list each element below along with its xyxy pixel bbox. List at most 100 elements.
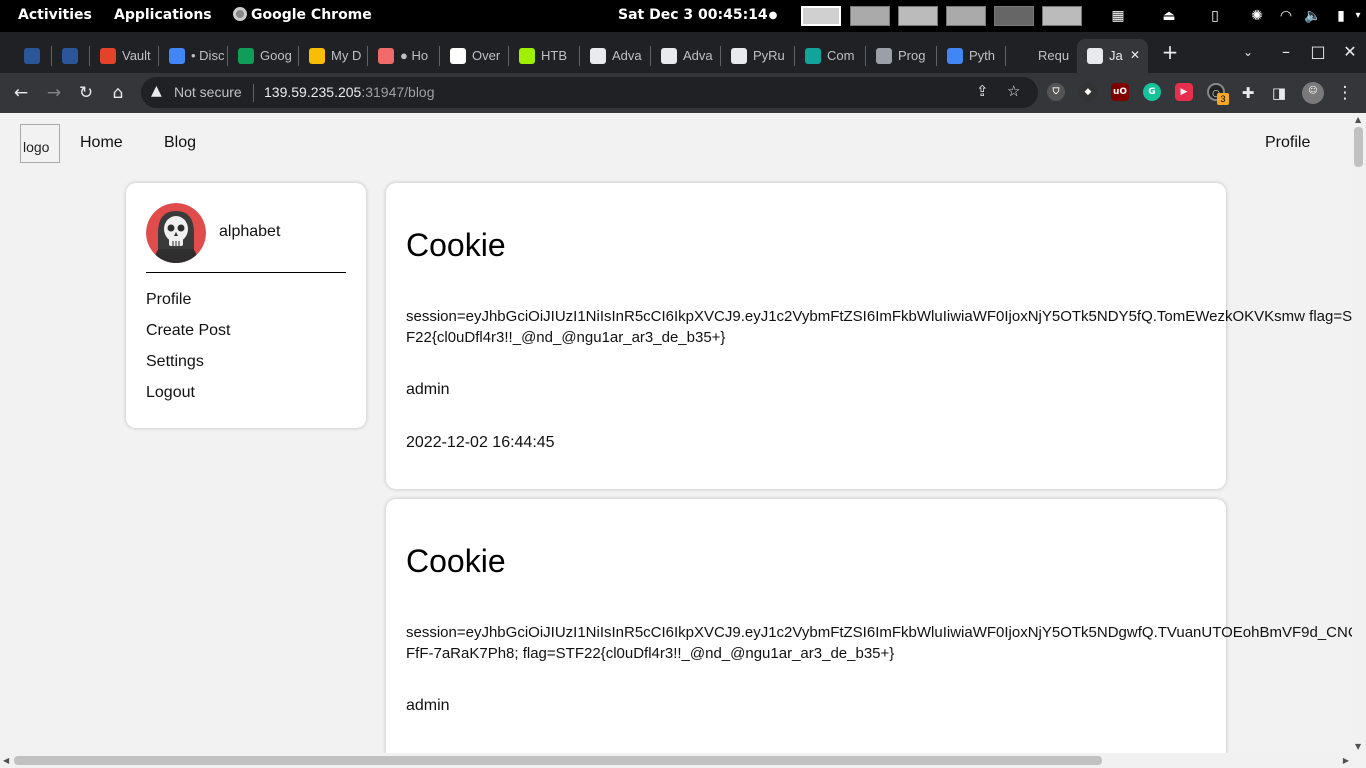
nav-profile-link[interactable]: Profile xyxy=(1265,134,1310,152)
tab-label: Adva xyxy=(612,48,642,63)
extensions-puzzle-icon[interactable]: ✚ xyxy=(1237,82,1259,104)
clipboard-icon[interactable]: ▯ xyxy=(1207,8,1223,24)
security-label[interactable]: Not secure xyxy=(174,84,242,100)
app-menu[interactable]: Google Chrome xyxy=(233,7,372,23)
reload-icon[interactable]: ↻ xyxy=(75,82,97,104)
notion-icon xyxy=(450,48,466,64)
volume-icon[interactable]: 🔈 xyxy=(1304,8,1321,24)
extension-mask-icon[interactable]: ◆ xyxy=(1079,83,1097,101)
tab-0[interactable] xyxy=(14,39,50,73)
activities-button[interactable]: Activities xyxy=(18,7,92,23)
close-tab-icon[interactable]: ✕ xyxy=(1130,48,1140,62)
tab-label: Ja xyxy=(1109,48,1123,63)
tab-14[interactable]: Pyth xyxy=(937,39,1004,73)
tab-9[interactable]: Adva xyxy=(580,39,649,73)
sidebar-link-profile[interactable]: Profile xyxy=(146,291,191,309)
bookmark-star-icon[interactable]: ☆ xyxy=(1007,82,1020,100)
globe-icon xyxy=(731,48,747,64)
workspace-1[interactable] xyxy=(801,6,841,26)
battery-icon[interactable]: ▮ xyxy=(1333,8,1349,24)
applications-menu[interactable]: Applications xyxy=(114,7,212,23)
post-title: Cookie xyxy=(406,227,506,263)
scroll-right-arrow-icon[interactable]: ▶ xyxy=(1343,756,1349,765)
app-name: Google Chrome xyxy=(251,7,372,23)
chrome-menu-icon[interactable]: ⋮ xyxy=(1334,82,1356,104)
horizontal-scrollbar[interactable]: ◀ ▶ xyxy=(0,753,1352,768)
tab-16[interactable]: Ja ✕ xyxy=(1077,39,1148,73)
warning-icon[interactable]: ▲ xyxy=(151,83,162,99)
drive-icon xyxy=(309,48,325,64)
vertical-scroll-thumb[interactable] xyxy=(1354,127,1363,167)
back-icon[interactable]: ← xyxy=(10,82,32,104)
wifi-icon[interactable]: ◠ xyxy=(1278,8,1294,24)
page-viewport: logo Home Blog Profile alphabet Profile … xyxy=(0,113,1366,768)
workspace-4[interactable] xyxy=(946,6,986,26)
power-menu-icon[interactable]: ▾ xyxy=(1350,8,1366,24)
tab-1[interactable] xyxy=(52,39,88,73)
profile-avatar-icon[interactable]: ☺ xyxy=(1302,82,1324,104)
address-bar[interactable]: ▲ Not secure 139.59.235.205:31947/blog ⇪… xyxy=(141,77,1038,108)
workspace-5[interactable] xyxy=(994,6,1034,26)
nav-blog-link[interactable]: Blog xyxy=(164,134,196,152)
post-content: session=eyJhbGciOiJIUzI1NiIsInR5cCI6IkpX… xyxy=(406,308,1362,346)
post-date: 2022-12-02 16:44:45 xyxy=(406,434,555,451)
globe-icon xyxy=(590,48,606,64)
maximize-icon[interactable]: □ xyxy=(1308,42,1328,61)
github-icon xyxy=(876,48,892,64)
tab-6[interactable]: ● Ho xyxy=(368,39,438,73)
home-icon[interactable]: ⌂ xyxy=(107,82,129,104)
horizontal-scroll-thumb[interactable] xyxy=(14,756,1102,765)
video-speed-icon[interactable]: ▶ xyxy=(1175,83,1193,101)
workspace-6[interactable] xyxy=(1042,6,1082,26)
tab-12[interactable]: Com xyxy=(795,39,864,73)
tab-3[interactable]: • Disc xyxy=(159,39,226,73)
sidebar-link-create-post[interactable]: Create Post xyxy=(146,322,230,340)
sidebar-link-settings[interactable]: Settings xyxy=(146,353,204,371)
tab-5[interactable]: My D xyxy=(299,39,366,73)
nav-home-link[interactable]: Home xyxy=(80,134,123,152)
url-text[interactable]: 139.59.235.205:31947/blog xyxy=(264,84,435,100)
tab-8[interactable]: HTB xyxy=(509,39,578,73)
ublock-icon[interactable]: uO xyxy=(1111,83,1129,101)
blog-post-card: Cookie session=eyJhbGciOiJIUzI1NiIsInR5c… xyxy=(386,183,1361,489)
extension-shield-icon[interactable]: ⛉ xyxy=(1047,83,1065,101)
eject-icon[interactable]: ⏏ xyxy=(1161,8,1177,24)
tab-4[interactable]: Goog xyxy=(228,39,297,73)
tab-2[interactable]: Vault xyxy=(90,39,157,73)
skull-avatar-icon xyxy=(146,203,206,263)
scroll-left-arrow-icon[interactable]: ◀ xyxy=(3,756,9,765)
new-tab-icon[interactable]: + xyxy=(1160,40,1180,64)
share-icon[interactable]: ⇪ xyxy=(976,82,989,100)
minimize-icon[interactable]: – xyxy=(1276,42,1296,61)
word-icon xyxy=(24,48,40,64)
tab-15[interactable]: Requ xyxy=(1006,39,1075,73)
tab-13[interactable]: Prog xyxy=(866,39,935,73)
tab-label: Pyth xyxy=(969,48,996,63)
sidebar-link-logout[interactable]: Logout xyxy=(146,384,195,402)
url-path: :31947/blog xyxy=(361,84,435,100)
logo-broken-image[interactable]: logo xyxy=(20,124,60,163)
scroll-down-arrow-icon[interactable]: ▼ xyxy=(1355,742,1361,751)
scroll-up-arrow-icon[interactable]: ▲ xyxy=(1355,115,1361,124)
brightness-icon[interactable]: ✺ xyxy=(1249,8,1265,24)
tab-10[interactable]: Adva xyxy=(651,39,719,73)
close-window-icon[interactable]: ✕ xyxy=(1340,42,1360,61)
site-navbar: logo Home Blog Profile xyxy=(0,113,1352,175)
tab-search-chevron-icon[interactable]: ⌄ xyxy=(1238,45,1258,59)
window-layout-icon[interactable]: ▦ xyxy=(1110,8,1126,24)
side-panel-icon[interactable]: ◨ xyxy=(1268,82,1290,104)
url-host: 139.59.235.205 xyxy=(264,84,362,100)
sidebar-divider xyxy=(146,272,346,273)
tab-11[interactable]: PyRu xyxy=(721,39,793,73)
blank-icon xyxy=(1016,48,1032,64)
logo-alt-text: logo xyxy=(23,139,50,155)
post-author: admin xyxy=(406,381,450,398)
tab-7[interactable]: Over xyxy=(440,39,507,73)
tab-label: Prog xyxy=(898,48,926,63)
clock[interactable]: Sat Dec 3 00:45:14 xyxy=(618,7,768,23)
workspace-3[interactable] xyxy=(898,6,938,26)
workspace-2[interactable] xyxy=(850,6,890,26)
vertical-scrollbar[interactable]: ▲ ▼ xyxy=(1352,113,1366,753)
forward-icon[interactable]: → xyxy=(43,82,65,104)
grammarly-icon[interactable]: G xyxy=(1143,83,1161,101)
